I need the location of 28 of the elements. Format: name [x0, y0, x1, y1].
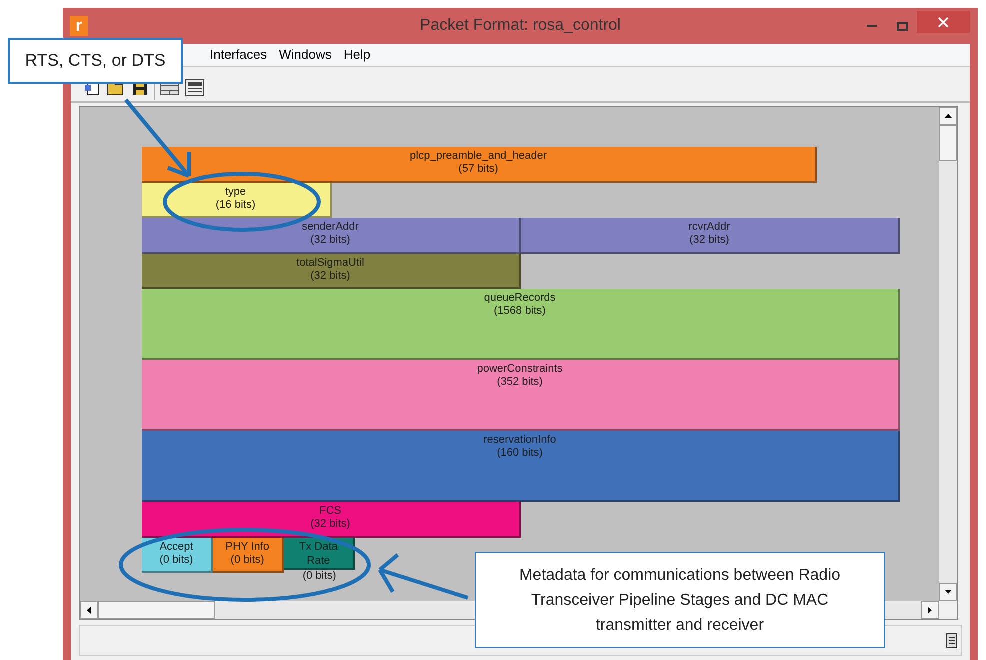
field-name: PHY Info	[226, 540, 270, 554]
field-size: (0 bits)	[230, 554, 264, 566]
field-name: type	[225, 184, 246, 198]
field-name: queueRecords	[484, 291, 556, 305]
field-size: (16 bits)	[216, 198, 256, 212]
annotation-tooltip: Metadata for communications between Radio Transceiver Pipeline Stages and DC MAC transmitter and receiver	[475, 552, 885, 648]
field-name: plcp_preamble_and_header	[410, 149, 548, 163]
field-name: Tx Data Rate	[298, 540, 339, 568]
field-size: (57 bits)	[458, 163, 498, 176]
field-name: FCS	[320, 504, 342, 518]
field-name: Accept	[160, 540, 194, 554]
field-size: (1568 bits)	[494, 305, 546, 318]
field-size: (0 bits)	[302, 570, 336, 582]
field-size: (0 bits)	[160, 554, 194, 566]
field-size: (32 bits)	[310, 270, 350, 282]
field-name: totalSigmaUtil	[296, 256, 364, 270]
field-size: (352 bits)	[497, 376, 543, 389]
field-name: senderAddr	[302, 220, 359, 234]
field-name: rcvrAddr	[688, 220, 730, 234]
app-logo: r	[70, 16, 88, 36]
window-title: Packet Format: rosa_control	[419, 16, 622, 36]
field-size: (160 bits)	[497, 447, 543, 460]
field-size: (32 bits)	[310, 518, 350, 531]
field-size: (32 bits)	[310, 234, 350, 247]
field-name: powerConstraints	[477, 362, 563, 376]
field-name: reservationInfo	[484, 433, 556, 447]
field-size: (32 bits)	[690, 234, 730, 247]
annotation-tooltip: RTS, CTS, or DTS	[8, 38, 183, 84]
